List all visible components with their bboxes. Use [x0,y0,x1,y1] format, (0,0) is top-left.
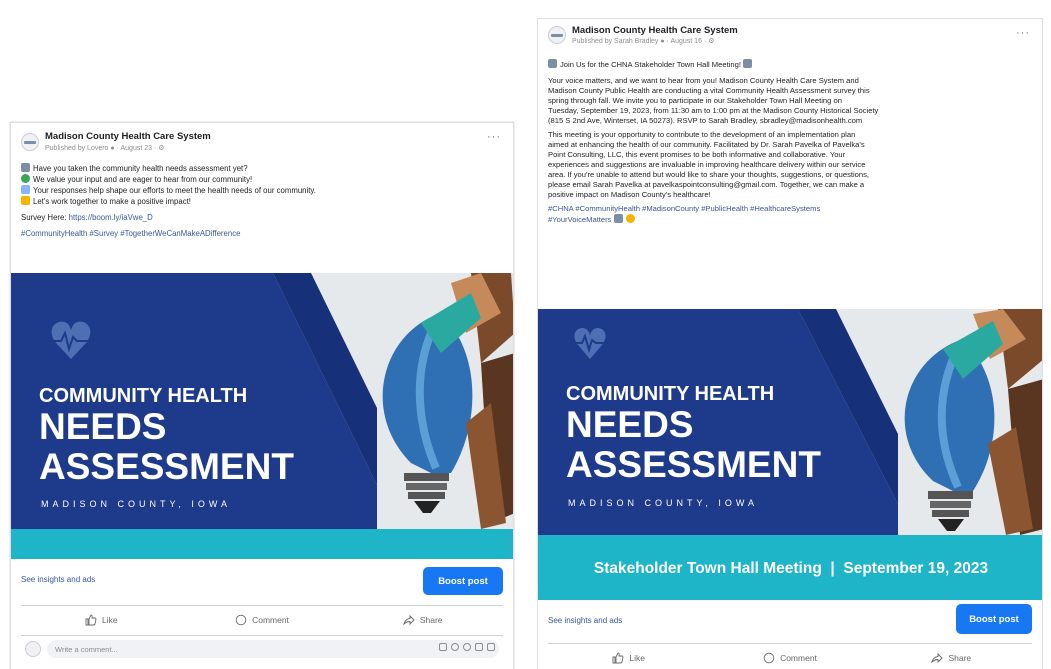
insights-link[interactable]: See insights and ads [548,616,622,625]
page-name[interactable]: Madison County Health Care System [572,25,738,36]
banner-title-line1: COMMUNITY HEALTH [39,385,248,407]
emoji-icon[interactable] [451,643,459,651]
post-image[interactable]: COMMUNITY HEALTH NEEDS ASSESSMENT MADISO… [538,309,1042,600]
like-button[interactable]: Like [21,606,182,633]
settings-icon[interactable]: ⚙ [708,38,714,45]
post-image[interactable]: COMMUNITY HEALTH NEEDS ASSESSMENT MADISO… [11,273,513,559]
hashtags-line-2: #YourVoiceMatters [548,214,1032,225]
post-header: Madison County Health Care System Publis… [538,19,1042,53]
hashtags[interactable]: #CHNA #CommunityHealth #MadisonCounty #P… [548,204,1032,214]
paragraph-1: Your voice matters, and we want to hear … [548,76,879,125]
post-date[interactable]: August 16 [670,38,702,45]
comment-button[interactable]: Comment [709,644,870,669]
more-options-icon[interactable]: ··· [487,131,501,143]
post-card-town-hall: Madison County Health Care System Publis… [537,18,1043,669]
publisher-name[interactable]: Sarah Bradley [614,38,658,45]
comment-label: Comment [252,614,289,625]
check-icon [21,174,30,183]
comment-icon [235,614,247,625]
post-actions: Like Comment Share [21,605,503,633]
post-line: Let's work together to make a positive i… [21,196,503,207]
post-actions: Like Comment Share [548,643,1032,669]
like-button[interactable]: Like [548,644,709,669]
comment-button[interactable]: Comment [182,606,343,633]
comment-composer: Write a comment... [21,635,503,661]
globe-icon: ● [110,145,115,152]
globe-icon: ● [660,38,665,45]
camera-icon[interactable] [463,643,471,651]
post-body: Join Us for the CHNA Stakeholder Town Ha… [548,59,1032,225]
comment-input[interactable]: Write a comment... [47,640,499,658]
comment-label: Comment [780,652,817,663]
hashtags[interactable]: #CommunityHealth #Survey #TogetherWeCanM… [21,228,503,239]
share-label: Share [948,652,972,663]
share-label: Share [419,614,443,625]
banner-subtitle: MADISON COUNTY, IOWA [568,498,759,508]
megaphone-icon [548,59,557,68]
clipboard-icon [21,185,30,194]
gif-icon[interactable] [475,643,483,651]
post-meta: Published by Sarah Bradley ● · August 16… [572,38,715,45]
banner-title-line2: NEEDS [39,406,167,447]
like-label: Like [629,652,645,663]
post-card-survey: Madison County Health Care System Publis… [10,122,514,669]
banner-title-line2: NEEDS [566,404,694,445]
sticker-icon[interactable] [439,643,447,651]
boost-post-button[interactable]: Boost post [956,604,1032,634]
megaphone-icon [743,59,753,68]
banner-title-line3: ASSESSMENT [566,444,821,485]
post-line: Have you taken the community health need… [21,163,503,174]
boost-post-button[interactable]: Boost post [423,567,503,595]
megaphone-icon [21,163,30,172]
page-name[interactable]: Madison County Health Care System [45,131,211,142]
like-label: Like [102,614,118,625]
share-button[interactable]: Share [871,644,1032,669]
post-meta: Published by Lovero ● · August 23 · ⚙ [45,145,165,152]
survey-label: Survey Here: [21,213,67,222]
share-button[interactable]: Share [342,606,503,633]
like-icon [85,614,97,625]
banner-subtitle: MADISON COUNTY, IOWA [41,499,232,509]
insights-link[interactable]: See insights and ads [21,575,95,584]
post-date[interactable]: August 23 [120,145,152,152]
survey-link[interactable]: https://boom.ly/iaVwe_D [69,213,153,222]
banner-title-line1: COMMUNITY HEALTH [566,383,775,405]
post-line: We value your input and are eager to hea… [21,174,503,185]
avatar-sticker-icon[interactable] [487,643,495,651]
share-icon [402,614,415,625]
publisher-name[interactable]: Lovero [87,145,108,152]
settings-icon[interactable]: ⚙ [158,145,164,152]
published-label: Published by [572,38,613,45]
post-footer: See insights and ads Boost post Like Com… [11,559,513,669]
page-avatar[interactable] [21,133,39,151]
published-label: Published by [45,145,86,152]
house-icon [613,214,623,223]
more-options-icon[interactable]: ··· [1016,27,1030,39]
page-avatar[interactable] [548,26,566,44]
survey-line: Survey Here: https://boom.ly/iaVwe_D [21,212,503,223]
banner-title-line3: ASSESSMENT [39,446,294,487]
post-header: Madison County Health Care System Publis… [11,123,513,163]
post-line: Your responses help shape our efforts to… [21,185,503,196]
banner-event-strip: Stakeholder Town Hall Meeting | Septembe… [593,560,989,577]
like-icon [612,652,624,663]
post-body: Have you taken the community health need… [21,163,503,239]
smile-icon [625,214,635,223]
share-icon [931,652,944,663]
comment-tools [439,643,495,651]
post-footer: See insights and ads Boost post Like Com… [538,600,1042,669]
comment-icon [763,652,775,663]
muscle-icon [21,196,30,205]
headline: Join Us for the CHNA Stakeholder Town Ha… [548,59,1032,70]
paragraph-2: This meeting is your opportunity to cont… [548,130,870,199]
commenter-avatar [25,641,41,657]
